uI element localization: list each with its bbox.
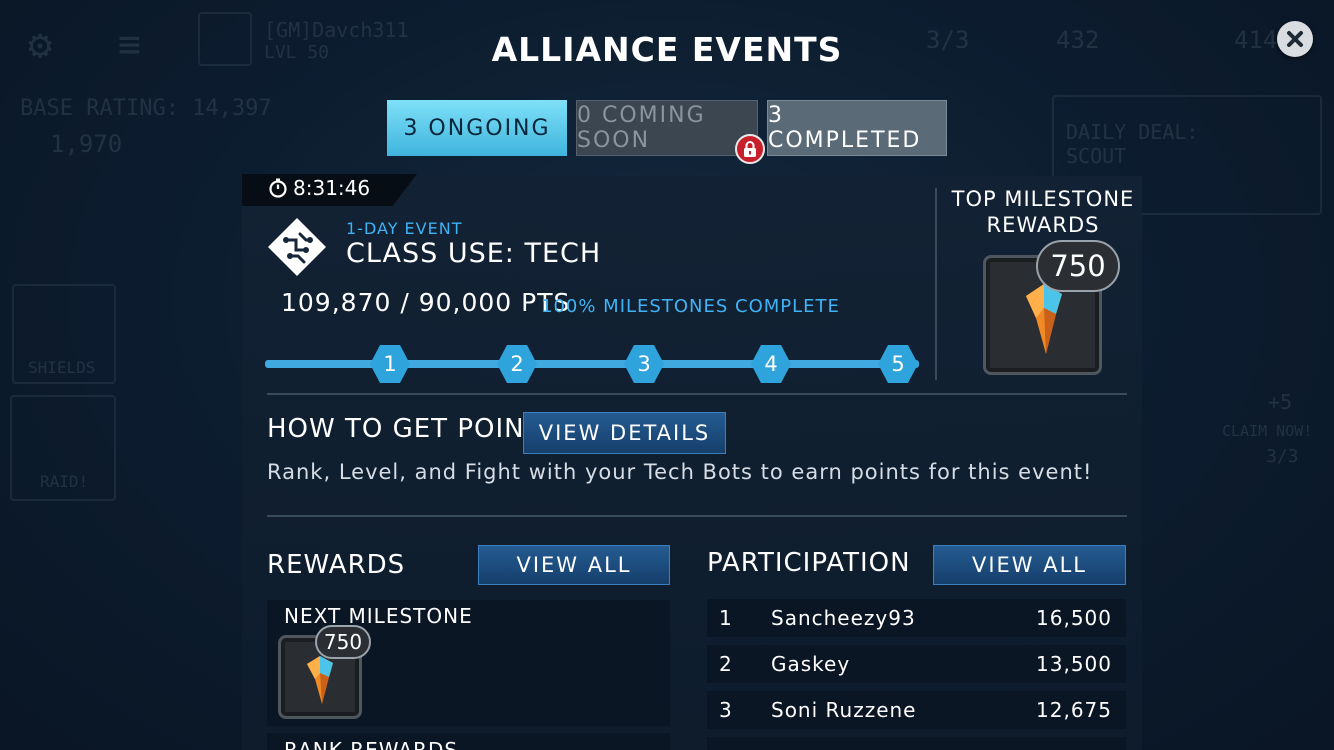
participation-row[interactable]: 3 Soni Ruzzene 12,675 [707,691,1126,729]
participation-title: PARTICIPATION [707,548,911,578]
participant-rank: 2 [719,652,733,676]
how-to-description: Rank, Level, and Fight with your Tech Bo… [267,460,1093,484]
rewards-view-all-button[interactable]: VIEW ALL [478,545,670,585]
participation-row-partial[interactable] [707,737,1126,750]
top-reward-amount: 750 [1036,240,1120,292]
participant-name: Sancheezy93 [771,606,916,630]
participant-score: 13,500 [1036,652,1112,676]
participant-rank: 3 [719,698,733,722]
stopwatch-icon [269,178,287,198]
event-points: 109,870 / 90,000 PTS [281,288,571,317]
next-milestone-label: NEXT MILESTONE [284,604,473,628]
how-to-title: HOW TO GET POINTS [267,414,559,444]
participation-row[interactable]: 2 Gaskey 13,500 [707,645,1126,683]
event-kind: 1-DAY EVENT [346,219,463,238]
lock-icon [735,134,765,164]
rank-rewards-label: RANK REWARDS [284,738,459,750]
milestone-progress-bar [265,360,919,368]
participation-view-all-button[interactable]: VIEW ALL [933,545,1126,585]
event-timer: 8:31:46 [268,176,370,200]
divider-middle [267,515,1127,517]
participant-name: Soni Ruzzene [771,698,917,722]
top-milestone-title: TOP MILESTONE REWARDS [951,187,1135,237]
tech-class-icon [266,216,328,278]
participation-row[interactable]: 1 Sancheezy93 16,500 [707,599,1126,637]
rewards-title: REWARDS [267,550,406,580]
event-name: CLASS USE: TECH [346,238,602,269]
participant-rank: 1 [719,606,733,630]
view-details-button[interactable]: VIEW DETAILS [523,412,726,454]
timer-value: 8:31:46 [293,176,371,200]
panel-divider [935,188,937,380]
tab-ongoing[interactable]: 3 ONGOING [387,100,567,156]
next-reward-amount: 750 [315,625,371,659]
participant-score: 16,500 [1036,606,1112,630]
tab-completed[interactable]: 3 COMPLETED [767,100,947,156]
close-button[interactable] [1277,21,1313,57]
divider-top [267,393,1127,395]
participant-name: Gaskey [771,652,851,676]
modal-title: ALLIANCE EVENTS [491,30,843,69]
tab-coming-soon[interactable]: 0 COMING SOON [576,100,758,156]
participant-score: 12,675 [1036,698,1112,722]
milestones-complete: 100% MILESTONES COMPLETE [541,296,840,317]
close-icon [1287,31,1303,47]
